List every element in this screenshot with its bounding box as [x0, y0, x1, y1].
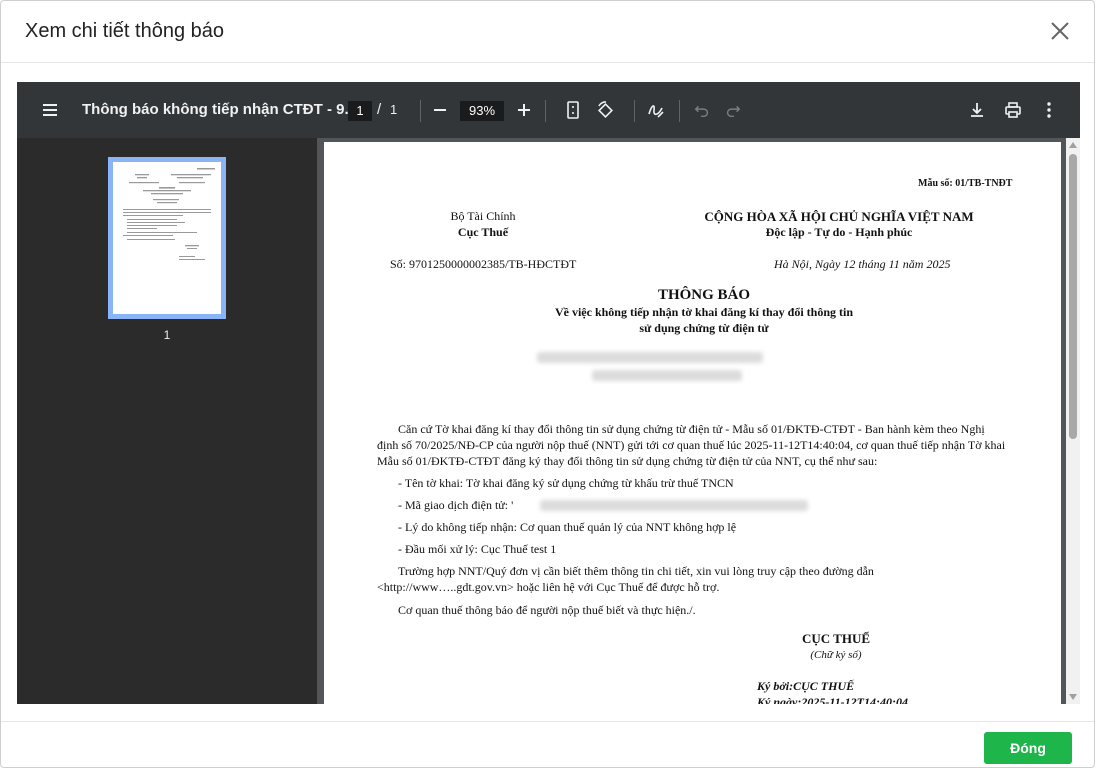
pdf-page: Mẫu số: 01/TB-TNĐT Bộ Tài Chính Cục Thuế…: [324, 142, 1061, 704]
more-icon[interactable]: [1039, 82, 1059, 138]
note-line-2: <http://www…..gdt.gov.vn> hoặc liên hệ v…: [377, 580, 720, 594]
pdf-viewer: Thông báo không tiếp nhận CTĐT - 9... 1 …: [17, 82, 1080, 704]
page-thumbnail[interactable]: [108, 157, 226, 319]
item-declaration-name: - Tên tờ khai: Tờ khai đăng ký sử dụng c…: [398, 476, 734, 490]
redacted-recipient: [537, 352, 763, 363]
download-icon[interactable]: [967, 82, 987, 138]
modal-title: Xem chi tiết thông báo: [25, 20, 225, 42]
document-number: Số: 9701250000002385/TB-HĐCTĐT: [390, 257, 577, 271]
paragraph-line-3: Mẫu số 01/ĐKTĐ-CTĐT đăng ký thay đổi thô…: [377, 454, 878, 468]
close-icon[interactable]: [1048, 19, 1072, 43]
pdf-toolbar: Thông báo không tiếp nhận CTĐT - 9... 1 …: [17, 82, 1080, 138]
rotate-icon[interactable]: [595, 82, 615, 138]
document-subject-1: Về việc không tiếp nhận tờ khai đăng kí …: [554, 305, 854, 319]
zoom-input[interactable]: 93%: [460, 101, 504, 121]
close-button[interactable]: Đóng: [984, 732, 1072, 764]
thumbnail-page-preview: [113, 162, 221, 314]
redo-icon[interactable]: [724, 82, 742, 138]
notification-detail-modal: Xem chi tiết thông báo Thông báo không t…: [0, 0, 1095, 768]
zoom-out-icon[interactable]: [430, 82, 450, 138]
document-subject-2: sử dụng chứng từ điện tử: [639, 321, 769, 335]
agency-name: Bộ Tài Chính: [450, 209, 516, 223]
scrollbar-thumb[interactable]: [1069, 154, 1077, 439]
undo-icon[interactable]: [693, 82, 711, 138]
menu-icon[interactable]: [39, 82, 61, 138]
signed-date: Ký ngày:2025-11-12T14:40:04: [757, 695, 908, 704]
document-date: Hà Nội, Ngày 12 tháng 11 năm 2025: [774, 257, 951, 271]
motto: Độc lập - Tự do - Hạnh phúc: [765, 225, 913, 239]
agency-sub: Cục Thuế: [457, 225, 509, 239]
toolbar-divider: [679, 100, 680, 122]
redacted-transaction-code: [540, 500, 808, 511]
form-number: Mẫu số: 01/TB-TNĐT: [918, 178, 1013, 189]
document-title: Thông báo không tiếp nhận CTĐT - 9...: [82, 101, 357, 118]
signer-name: CỤC THUẾ: [801, 631, 871, 646]
document-area: Mẫu số: 01/TB-TNĐT Bộ Tài Chính Cục Thuế…: [317, 138, 1080, 704]
modal-footer: Đóng: [1, 721, 1094, 769]
page-total: 1: [390, 102, 398, 117]
annotate-icon[interactable]: [646, 82, 666, 138]
country-name: CỘNG HÒA XÃ HỘI CHỦ NGHĨA VIỆT NAM: [704, 209, 974, 224]
page-separator: /: [377, 101, 382, 118]
item-contact-point: - Đầu mối xử lý: Cục Thuế test 1: [398, 542, 557, 556]
closing-sentence: Cơ quan thuế thông báo để người nộp thuế…: [398, 603, 696, 617]
paragraph-line-2: định số 70/2025/NĐ-CP của người nộp thuế…: [377, 438, 1006, 452]
toolbar-divider: [545, 100, 546, 122]
zoom-in-icon[interactable]: [514, 82, 534, 138]
signature-note: (Chữ ký số): [810, 649, 862, 661]
fit-page-icon[interactable]: [563, 82, 583, 138]
print-icon[interactable]: [1002, 82, 1024, 138]
note-line-1: Trường hợp NNT/Quý đơn vị cần biết thêm …: [398, 564, 874, 578]
item-transaction-code: - Mã giao dịch điện tử: ': [398, 498, 514, 512]
toolbar-divider: [634, 100, 635, 122]
thumbnail-page-number: 1: [163, 328, 171, 342]
modal-header: Xem chi tiết thông báo: [1, 1, 1094, 63]
item-rejection-reason: - Lý do không tiếp nhận: Cơ quan thuế qu…: [398, 520, 737, 534]
paragraph-line-1: Căn cứ Tờ khai đăng kí thay đổi thông ti…: [398, 422, 985, 436]
signed-by: Ký bởi:CỤC THUẾ: [757, 679, 855, 693]
page-number-input[interactable]: 1: [348, 101, 372, 121]
vertical-scrollbar[interactable]: [1066, 138, 1080, 704]
thumbnail-sidebar: 1: [17, 138, 317, 704]
toolbar-divider: [420, 100, 421, 122]
redacted-tax-code: [592, 370, 742, 381]
document-heading: THÔNG BÁO: [657, 287, 751, 303]
